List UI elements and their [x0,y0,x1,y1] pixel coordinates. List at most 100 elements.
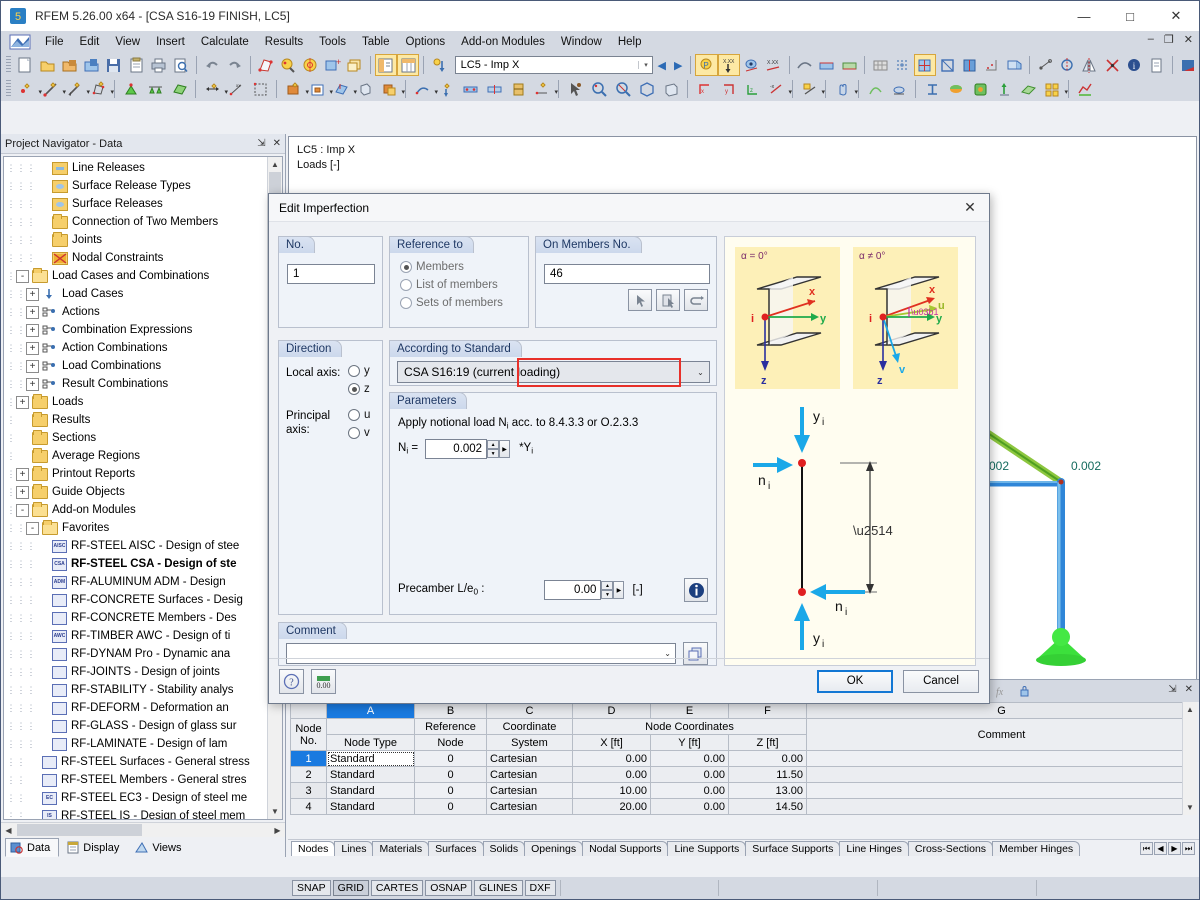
cell-y[interactable]: 0.00 [651,751,729,767]
cell-x[interactable]: 0.00 [573,751,651,767]
cell-x[interactable]: 10.00 [573,783,651,799]
menu-edit[interactable]: Edit [72,34,108,50]
table-row[interactable]: 3Standard0Cartesian10.000.0013.00 [291,783,1197,799]
table-tab-surface-supports[interactable]: Surface Supports [745,841,840,856]
work-plane-icon[interactable]: ▾ [798,79,820,99]
table-function-alt-icon[interactable]: fx [989,681,1011,701]
list-tool-icon[interactable] [1147,55,1167,75]
table-vertical-scrollbar[interactable]: ▲ ▼ [1182,702,1197,815]
table-lock-icon[interactable] [1013,681,1035,701]
radio-principal-axis-v[interactable]: v [348,427,370,439]
scroll-down-icon[interactable]: ▼ [268,804,282,819]
result-tables-icon[interactable]: ▾ [1041,79,1063,99]
precamber-value-input[interactable]: 0.00 [544,580,601,600]
deformation-result-icon[interactable] [993,79,1015,99]
toolbar-grip[interactable] [6,56,11,74]
tree-item[interactable]: ⋮⋮⋮RF-DEFORM - Deformation an [4,699,282,717]
close-icon[interactable]: ✕ [1185,684,1193,695]
show-supports-icon[interactable]: P [696,55,716,75]
pan-view-icon[interactable]: ▾ [831,79,853,99]
cell-node-type[interactable]: Standard [327,799,415,815]
cell-node-type[interactable]: Standard [327,783,415,799]
new-file-icon[interactable] [15,55,35,75]
cell-coordinate-system[interactable]: Cartesian [487,767,573,783]
menu-options[interactable]: Options [398,34,454,50]
grid-snap-icon[interactable] [982,55,1002,75]
menu-table[interactable]: Table [354,34,398,50]
color-scale-icon[interactable] [945,79,967,99]
angle-dimension-icon[interactable]: xx [225,79,247,99]
spinner-down-icon[interactable]: ▼ [487,449,499,458]
isometric-view-icon[interactable] [636,79,658,99]
tree-item[interactable]: ⋮⋮+Load Combinations [4,357,282,375]
tree-item[interactable]: ⋮-Add-on Modules [4,501,282,519]
imperfection-icon[interactable]: ▾ [411,79,433,99]
view-in-z-icon[interactable]: z [741,79,763,99]
solid-model-icon[interactable] [959,55,979,75]
tree-item[interactable]: ⋮⋮+Load Cases [4,285,282,303]
tree-item[interactable]: ⋮⋮⋮AISCRF-STEEL AISC - Design of stee [4,537,282,555]
tree-item[interactable]: ⋮⋮+Action Combinations [4,339,282,357]
nodal-support-icon[interactable] [120,79,142,99]
solid-load-icon[interactable] [354,79,376,99]
tree-item[interactable]: ⋮⋮⋮Line Releases [4,159,282,177]
navigator-tab-views[interactable]: Views [130,838,190,857]
results-members-icon[interactable] [817,55,837,75]
cell-y[interactable]: 0.00 [651,799,729,815]
cell-comment[interactable] [807,767,1197,783]
new-window-icon[interactable] [345,55,365,75]
first-tab-button[interactable]: ⏮ [1140,842,1153,855]
tree-item[interactable]: ⋮⋮+Actions [4,303,282,321]
table-row[interactable]: 2Standard0Cartesian0.000.0011.50 [291,767,1197,783]
tree-item[interactable]: ⋮⋮⋮ADMRF-ALUMINUM ADM - Design [4,573,282,591]
surface-support-icon[interactable] [168,79,190,99]
row-header[interactable]: 1 [291,751,327,767]
spinner-up-icon[interactable]: ▲ [487,440,499,449]
tree-expander[interactable]: - [16,504,29,517]
open-project-icon[interactable] [59,55,79,75]
table-tab-openings[interactable]: Openings [524,841,583,856]
table-row[interactable]: 4Standard0Cartesian20.000.0014.50 [291,799,1197,815]
open-file-icon[interactable] [37,55,57,75]
table-tab-member-hinges[interactable]: Member Hinges [992,841,1080,856]
status-toggle-grid[interactable]: GRID [333,880,369,896]
solid-results-icon[interactable] [969,79,991,99]
zoom-all-icon[interactable] [300,55,320,75]
view-in-neg-x-icon[interactable]: -x ▾ [765,79,787,99]
last-tab-button[interactable]: ⏭ [1182,842,1195,855]
zoom-window-icon[interactable] [588,79,610,99]
tree-item[interactable]: ⋮⋮⋮RF-GLASS - Design of glass sur [4,717,282,735]
tree-item[interactable]: ⋮⋮⋮Surface Releases [4,195,282,213]
diagram-icon[interactable] [1074,79,1096,99]
close-icon[interactable]: ✕ [273,138,281,149]
cell-z[interactable]: 0.00 [729,751,807,767]
chevron-down-icon[interactable]: ▾ [554,88,558,96]
show-loads-icon[interactable]: X.XX [719,55,739,75]
tree-item[interactable]: ⋮⋮+Combination Expressions [4,321,282,339]
free-load-icon[interactable]: ▾ [378,79,400,99]
intersect-icon[interactable] [1102,55,1122,75]
cell-comment[interactable] [807,783,1197,799]
radio-local-axis-y[interactable]: y [348,365,370,377]
tree-item[interactable]: ⋮Sections [4,429,282,447]
help-icon[interactable]: ? [279,669,304,694]
undo-icon[interactable] [202,55,222,75]
tree-item[interactable]: ⋮⋮⋮RF-JOINTS - Design of joints [4,663,282,681]
chevron-down-icon[interactable]: ⌄ [664,649,675,658]
menu-addon-modules[interactable]: Add-on Modules [453,34,553,50]
status-toggle-dxf[interactable]: DXF [525,880,556,896]
surface-load-icon[interactable]: ▾ [330,79,352,99]
member-load-icon[interactable]: ▾ [306,79,328,99]
menu-insert[interactable]: Insert [148,34,193,50]
chevron-down-icon[interactable]: ⌄ [692,368,709,377]
new-member-icon[interactable]: I ▾ [63,79,85,99]
navigator-tab-data[interactable]: Data [5,838,59,857]
tree-item[interactable]: ⋮⋮⋮CSARF-STEEL CSA - Design of ste [4,555,282,573]
cell-z[interactable]: 13.00 [729,783,807,799]
radio-local-axis-z[interactable]: z [348,383,370,395]
tree-item[interactable]: ⋮⋮⋮AWCRF-TIMBER AWC - Design of ti [4,627,282,645]
cell-z[interactable]: 11.50 [729,767,807,783]
tree-expander[interactable]: + [26,324,39,337]
render-model-icon[interactable] [915,55,935,75]
nodal-load-icon[interactable]: ▾ [282,79,304,99]
